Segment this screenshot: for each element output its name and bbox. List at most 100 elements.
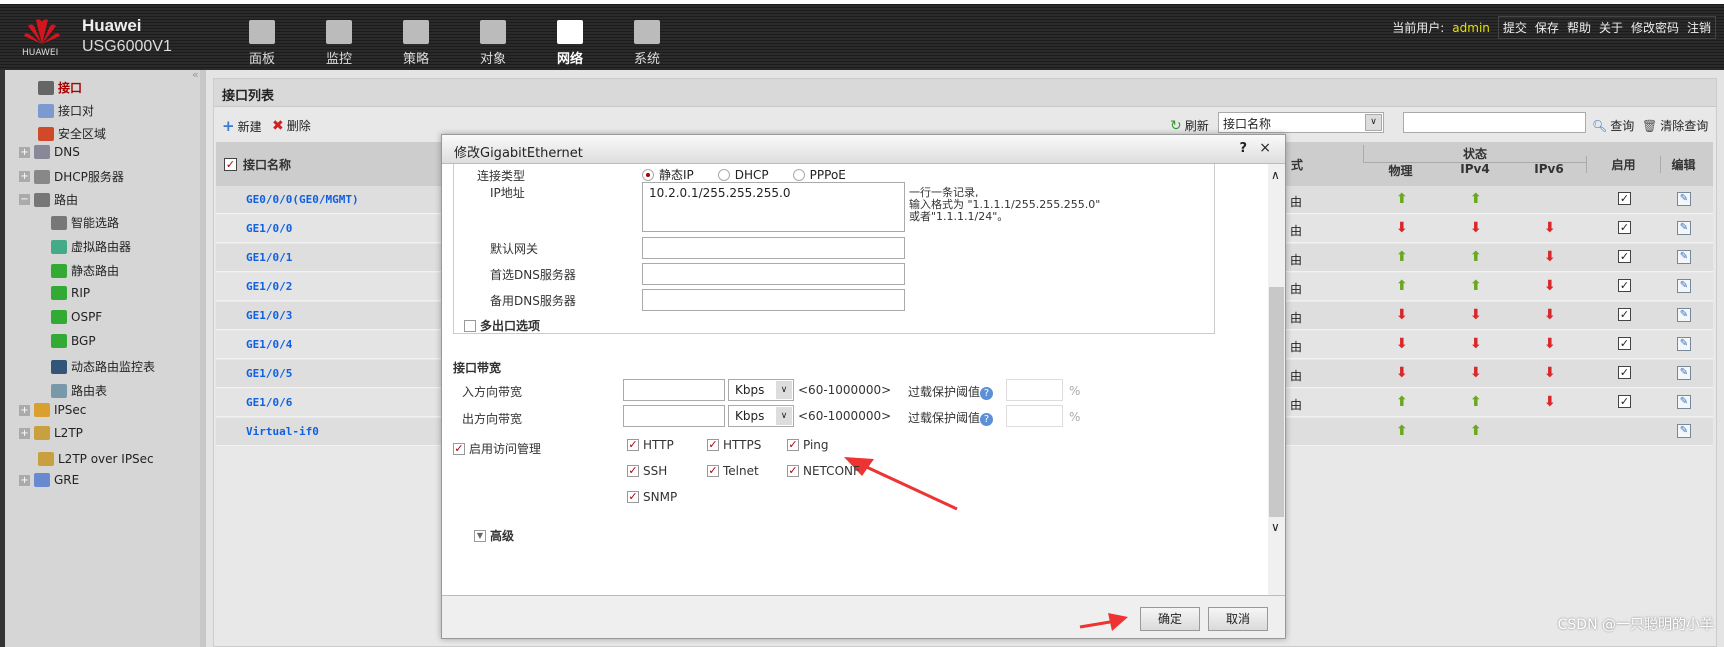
edit-icon[interactable]: ✎	[1677, 250, 1691, 264]
nav-monitor[interactable]: 监控	[309, 20, 369, 67]
edit-icon[interactable]: ✎	[1677, 192, 1691, 206]
in-unit-select[interactable]: Kbps ∨	[728, 379, 794, 401]
sidebar-item[interactable]: − 路由	[19, 191, 78, 208]
enable-checkbox[interactable]: ✓	[1618, 250, 1631, 263]
service-ping-checkbox[interactable]: ✓ Ping	[787, 438, 829, 452]
interface-name-link[interactable]: GE1/0/5	[246, 367, 292, 380]
clear-query-button[interactable]: 🗑︎ 清除查询	[1642, 117, 1708, 134]
scrollbar-thumb[interactable]	[1269, 287, 1284, 517]
query-button[interactable]: 🔍︎ 查询	[1592, 117, 1634, 134]
sidebar-item[interactable]: + DHCP服务器	[19, 168, 124, 185]
interface-name-link[interactable]: GE1/0/1	[246, 251, 292, 264]
sidebar-item[interactable]: + L2TP	[19, 426, 83, 440]
edit-icon[interactable]: ✎	[1677, 308, 1691, 322]
out-unit-select[interactable]: Kbps ∨	[728, 405, 794, 427]
sidebar-item[interactable]: 接口	[38, 79, 82, 96]
cancel-button[interactable]: 取消	[1208, 607, 1268, 631]
help-icon[interactable]: ?	[980, 387, 994, 400]
edit-icon[interactable]: ✎	[1677, 221, 1691, 235]
nav-dashboard[interactable]: 面板	[232, 20, 292, 67]
enable-checkbox[interactable]: ✓	[1618, 337, 1631, 350]
gateway-input[interactable]	[642, 237, 905, 259]
nav-policy[interactable]: 策略	[386, 20, 446, 67]
sidebar-item[interactable]: 静态路由	[51, 262, 119, 279]
edit-icon[interactable]: ✎	[1677, 366, 1691, 380]
expand-icon[interactable]: +	[19, 474, 30, 486]
sidebar-item[interactable]: BGP	[51, 334, 96, 348]
header-action[interactable]: 帮助	[1567, 19, 1591, 36]
sidebar-item[interactable]: RIP	[51, 286, 90, 300]
out-overload-input[interactable]	[1006, 405, 1063, 427]
interface-name-link[interactable]: Virtual-if0	[246, 425, 319, 438]
expand-icon[interactable]: +	[19, 146, 30, 158]
help-button[interactable]: ?	[1239, 141, 1247, 156]
sidebar-item[interactable]: + DNS	[19, 145, 80, 159]
enable-checkbox[interactable]: ✓	[1618, 221, 1631, 234]
service-netconf-checkbox[interactable]: ✓ NETCONF	[787, 464, 860, 478]
sidebar-item[interactable]: 接口对	[38, 102, 94, 119]
interface-name-link[interactable]: GE1/0/0	[246, 222, 292, 235]
in-bandwidth-input[interactable]	[623, 379, 725, 401]
radio-dhcp[interactable]: DHCP	[717, 168, 769, 182]
service-snmp-checkbox[interactable]: ✓ SNMP	[627, 490, 677, 504]
interface-name-link[interactable]: GE1/0/3	[246, 309, 292, 322]
help-icon[interactable]: ?	[980, 413, 994, 426]
advanced-toggle[interactable]: ▼ 高级	[474, 527, 514, 544]
ip-address-textarea[interactable]: 10.2.0.1/255.255.255.0	[642, 182, 905, 232]
expand-icon[interactable]: +	[19, 171, 30, 182]
select-all-checkbox[interactable]: ✓	[224, 158, 237, 171]
ok-button[interactable]: 确定	[1140, 607, 1200, 631]
header-action[interactable]: 保存	[1535, 19, 1559, 36]
scroll-up-icon[interactable]: ∧	[1271, 168, 1280, 182]
dns1-input[interactable]	[642, 263, 905, 285]
collapse-sidebar-icon[interactable]: «	[192, 68, 199, 81]
nav-system[interactable]: 系统	[617, 20, 677, 67]
enable-checkbox[interactable]: ✓	[1618, 279, 1631, 292]
service-https-checkbox[interactable]: ✓ HTTPS	[707, 438, 761, 452]
edit-icon[interactable]: ✎	[1677, 337, 1691, 351]
expand-icon[interactable]: +	[19, 427, 30, 439]
service-http-checkbox[interactable]: ✓ HTTP	[627, 438, 674, 452]
edit-icon[interactable]: ✎	[1677, 279, 1691, 293]
enable-checkbox[interactable]: ✓	[1618, 192, 1631, 205]
service-ssh-checkbox[interactable]: ✓ SSH	[627, 464, 667, 478]
interface-name-link[interactable]: GE1/0/6	[246, 396, 292, 409]
edit-icon[interactable]: ✎	[1677, 395, 1691, 409]
multi-exit-checkbox[interactable]: 多出口选项	[464, 317, 540, 334]
interface-name-link[interactable]: GE1/0/4	[246, 338, 292, 351]
nav-object[interactable]: 对象	[463, 20, 523, 67]
sidebar-item[interactable]: L2TP over IPSec	[38, 452, 154, 466]
header-action[interactable]: 关于	[1599, 19, 1623, 36]
search-input[interactable]	[1403, 112, 1586, 133]
sidebar-item[interactable]: + GRE	[19, 473, 79, 487]
service-telnet-checkbox[interactable]: ✓ Telnet	[707, 464, 759, 478]
sidebar-item[interactable]: 动态路由监控表	[51, 358, 155, 375]
edit-icon[interactable]: ✎	[1677, 424, 1691, 438]
refresh-button[interactable]: ↻ 刷新	[1170, 117, 1209, 134]
in-overload-input[interactable]	[1006, 379, 1063, 401]
interface-name-link[interactable]: GE0/0/0(GE0/MGMT)	[246, 193, 359, 206]
enable-checkbox[interactable]: ✓	[1618, 308, 1631, 321]
interface-name-link[interactable]: GE1/0/2	[246, 280, 292, 293]
scroll-down-icon[interactable]: ∨	[1271, 520, 1280, 534]
expand-icon[interactable]: +	[19, 404, 30, 416]
header-action[interactable]: 提交	[1503, 19, 1527, 36]
collapse-icon[interactable]: −	[19, 194, 30, 205]
header-action[interactable]: 注销	[1687, 19, 1711, 36]
radio-pppoe[interactable]: PPPoE	[792, 168, 846, 182]
sidebar-item[interactable]: OSPF	[51, 310, 102, 324]
close-button[interactable]: ×	[1259, 140, 1271, 156]
nav-network[interactable]: 网络	[540, 20, 600, 67]
delete-button[interactable]: ✖ 删除	[272, 117, 311, 134]
sidebar-item[interactable]: + IPSec	[19, 403, 86, 417]
search-field-select[interactable]: 接口名称 ∨	[1218, 112, 1384, 133]
radio-静态ip[interactable]: 静态IP	[642, 166, 694, 183]
enable-checkbox[interactable]: ✓	[1618, 366, 1631, 379]
sidebar-item[interactable]: 虚拟路由器	[51, 238, 131, 255]
dialog-scrollbar[interactable]: ∧ ∨	[1268, 164, 1285, 595]
new-button[interactable]: + 新建	[222, 117, 262, 135]
access-mgmt-checkbox[interactable]: ✓ 启用访问管理	[453, 440, 541, 457]
sidebar-item[interactable]: 安全区域	[38, 125, 106, 142]
sidebar-item[interactable]: 智能选路	[51, 214, 119, 231]
header-action[interactable]: 修改密码	[1631, 19, 1679, 36]
